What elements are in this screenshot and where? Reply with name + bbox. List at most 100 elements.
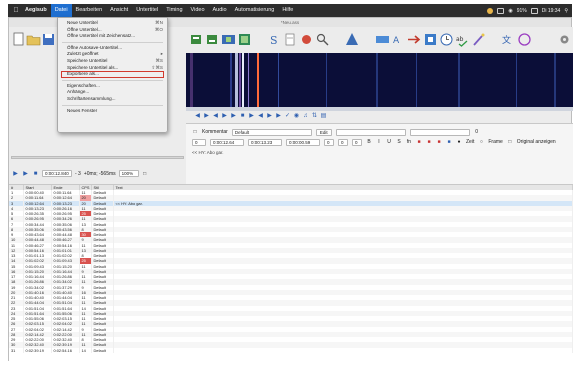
- clock[interactable]: Di 19:34: [542, 8, 561, 14]
- battery-percent[interactable]: 91%: [517, 8, 527, 14]
- italic-button[interactable]: I: [376, 139, 382, 145]
- play-current-line-icon[interactable]: ▶: [230, 113, 237, 119]
- file-menu-item[interactable]: Zuletzt geöffnet ▸: [58, 51, 167, 58]
- style-select[interactable]: Default: [231, 128, 312, 136]
- file-menu-item[interactable]: Speichere Untertitel als... ⇧⌘S: [58, 65, 167, 72]
- wifi-icon[interactable]: ◉: [508, 8, 512, 14]
- go-to-icon[interactable]: ◉: [293, 113, 300, 119]
- menu-timing[interactable]: Timing: [162, 4, 186, 17]
- film-strip-icon[interactable]: [237, 32, 252, 47]
- edit-style-button[interactable]: Edit: [315, 128, 332, 136]
- bold-button[interactable]: B: [366, 139, 372, 145]
- menu-hilfe[interactable]: Hilfe: [278, 4, 297, 17]
- spectrum-mode-icon[interactable]: ▤: [320, 113, 327, 119]
- kanji-timer-icon[interactable]: A: [391, 32, 406, 47]
- attachments-icon[interactable]: [299, 32, 314, 47]
- style-manager-icon[interactable]: S: [267, 32, 282, 47]
- end-time-field[interactable]: 0:00:13.23: [248, 138, 282, 146]
- options-icon[interactable]: [557, 32, 572, 47]
- file-menu-item[interactable]: Neues Fenster: [58, 108, 167, 115]
- next-line-icon[interactable]: ▶: [203, 113, 210, 119]
- video-play-icon[interactable]: ▶: [12, 171, 19, 177]
- margin-right-field[interactable]: 0: [338, 138, 348, 146]
- jump-end-icon[interactable]: [205, 32, 220, 47]
- video-toolbar-toggle-icon[interactable]: □: [142, 171, 148, 177]
- timing-post-processor-icon[interactable]: [375, 32, 390, 47]
- color-shadow-icon[interactable]: ■: [446, 139, 452, 145]
- file-menu-item[interactable]: Neue Untertitel ⌘N: [58, 20, 167, 27]
- open-folder-icon[interactable]: [26, 32, 41, 47]
- file-menu-item[interactable]: Öffne Untertitel mit Zeichensatz...: [58, 33, 167, 40]
- resample-icon[interactable]: [423, 32, 438, 47]
- save-icon[interactable]: [41, 32, 56, 47]
- style-assist-icon[interactable]: [517, 32, 532, 47]
- file-menu-item[interactable]: Eigenschaften...: [58, 83, 167, 90]
- prev-line-icon[interactable]: ◀: [194, 113, 201, 119]
- menu-automatisierung[interactable]: Automatisierung: [231, 4, 279, 17]
- battery-icon[interactable]: [530, 7, 538, 14]
- play-before-icon[interactable]: ◀: [212, 113, 219, 119]
- subtitle-grid[interactable]: # Start Ende CPS Stil Text 1 0:00:00.40 0:…: [9, 184, 573, 362]
- subtitle-text-input[interactable]: << HY: Abo gar.: [192, 150, 562, 184]
- start-time-field[interactable]: 0:00:12.64: [210, 138, 244, 146]
- table-row[interactable]: 31 0:02:39.19 0:02:54.16 14 Default: [9, 347, 573, 353]
- duration-field[interactable]: 0:00:00.59: [286, 138, 320, 146]
- menu-bearbeiten[interactable]: Bearbeiten: [72, 4, 107, 17]
- show-original-label[interactable]: Original anzeigen: [517, 139, 556, 145]
- karaoke-mode-icon[interactable]: ♫: [302, 113, 309, 119]
- search-replace-icon[interactable]: [315, 32, 330, 47]
- file-menu-item[interactable]: Speichere Untertitel ⌘S: [58, 58, 167, 65]
- actor-field[interactable]: [335, 128, 406, 136]
- automation-icon[interactable]: [345, 32, 360, 47]
- video-stop-icon[interactable]: ■: [32, 171, 39, 177]
- underline-button[interactable]: U: [386, 139, 392, 145]
- file-menu-item[interactable]: Öffne Autosave-Untertitel...: [58, 45, 167, 52]
- menu-datei[interactable]: Datei: [50, 4, 72, 17]
- commit-icon[interactable]: ✓: [284, 113, 291, 119]
- stop-icon[interactable]: ■: [239, 113, 246, 119]
- audio-spectrogram[interactable]: [186, 53, 573, 107]
- spellcheck-icon[interactable]: ab: [455, 32, 470, 47]
- layer-field[interactable]: 0: [192, 138, 206, 146]
- new-file-icon[interactable]: [11, 32, 26, 47]
- shift-times-icon[interactable]: [407, 32, 422, 47]
- status-app-icon[interactable]: [487, 7, 494, 14]
- frame-radio-label[interactable]: Frame: [488, 139, 502, 145]
- file-menu-item[interactable]: Exportiere als...: [61, 71, 164, 78]
- time-radio-label[interactable]: Zeit: [466, 139, 474, 145]
- properties-icon[interactable]: [283, 32, 298, 47]
- menu-untertitel[interactable]: Untertitel: [132, 4, 162, 17]
- video-play-line-icon[interactable]: ▶: [22, 171, 29, 177]
- menu-audio[interactable]: Audio: [209, 4, 231, 17]
- play-selection-icon[interactable]: ▶: [221, 113, 228, 119]
- menu-video[interactable]: Video: [187, 4, 209, 17]
- frame-radio-icon[interactable]: ○: [478, 139, 484, 145]
- menu-ansicht[interactable]: Ansicht: [106, 4, 132, 17]
- show-original-checkbox[interactable]: □: [507, 139, 513, 145]
- play-start-icon[interactable]: ◀: [257, 113, 264, 119]
- color-primary-icon[interactable]: ■: [416, 139, 422, 145]
- time-radio-icon[interactable]: ●: [456, 139, 462, 145]
- status-display-icon[interactable]: [497, 7, 505, 14]
- play-to-end-icon[interactable]: ▶: [275, 113, 282, 119]
- comment-checkbox[interactable]: □: [192, 129, 198, 135]
- menu-app-name[interactable]: Aegisub: [21, 4, 51, 17]
- clock-icon[interactable]: [439, 32, 454, 47]
- color-outline-icon[interactable]: ■: [436, 139, 442, 145]
- play-end-icon[interactable]: ▶: [266, 113, 273, 119]
- video-snap-icon[interactable]: [221, 32, 236, 47]
- autoscroll-icon[interactable]: ⇅: [311, 113, 318, 119]
- zoom-select[interactable]: 100%: [118, 170, 139, 177]
- strikeout-button[interactable]: S: [396, 139, 402, 145]
- margin-left-field[interactable]: 0: [324, 138, 334, 146]
- apple-icon[interactable]: : [11, 7, 21, 14]
- margin-vertical-field[interactable]: 0: [352, 138, 362, 146]
- effect-field[interactable]: [409, 128, 470, 136]
- color-secondary-icon[interactable]: ■: [426, 139, 432, 145]
- magic-wand-icon[interactable]: [471, 32, 486, 47]
- font-button[interactable]: fn: [406, 139, 412, 145]
- translation-icon[interactable]: 文: [501, 32, 516, 47]
- search-icon[interactable]: ⚲: [564, 8, 568, 14]
- play-after-icon[interactable]: ▶: [248, 113, 255, 119]
- file-menu-item[interactable]: Anhänge...: [58, 89, 167, 96]
